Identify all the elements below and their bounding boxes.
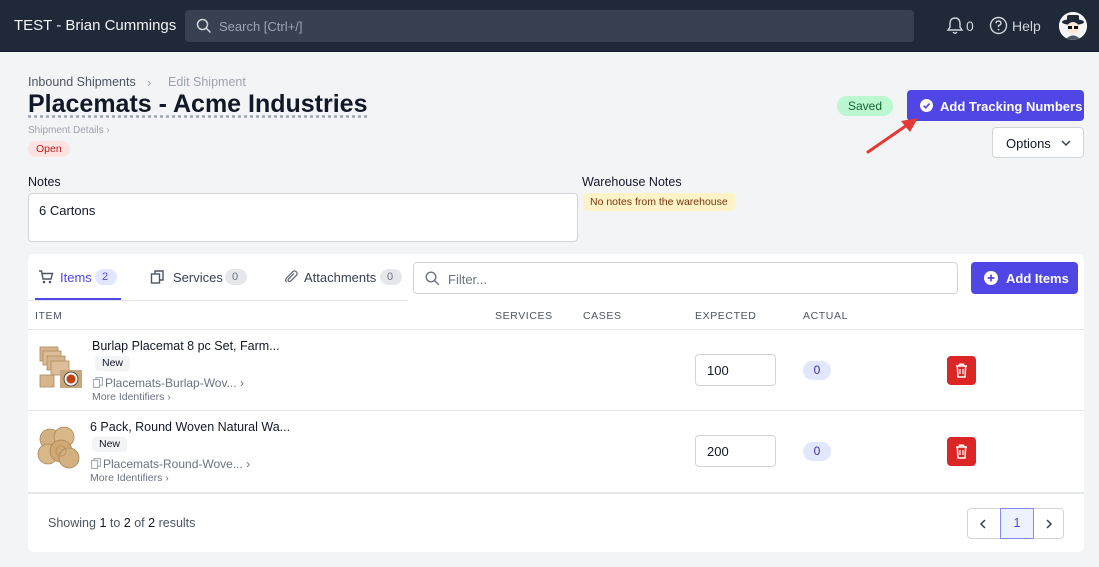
delete-item-button[interactable] [947,437,976,466]
pagination-to: 2 [123,516,131,530]
pagination-prefix: Showing [48,516,96,530]
pagination-from: 1 [99,516,107,530]
paperclip-icon [285,270,298,283]
item-name[interactable]: Burlap Placemat 8 pc Set, Farm... [92,339,280,353]
pagination-summary: Showing 1 to 2 of 2 results [48,516,195,530]
options-dropdown[interactable]: Options [992,127,1084,158]
search-icon [196,18,212,34]
tab-services[interactable]: Services 0 [150,268,260,286]
next-page-button[interactable] [1034,509,1064,538]
pagination: 1 [967,508,1064,539]
column-header-actual: ACTUAL [803,310,849,322]
more-identifiers-link[interactable]: More Identifiers › [92,391,171,403]
shipment-details-link[interactable]: Shipment Details › [28,125,110,136]
actual-quantity-badge: 0 [803,361,831,380]
tab-services-count: 0 [225,269,247,285]
filter-input[interactable]: Filter... [413,262,958,294]
column-header-expected: EXPECTED [695,310,757,322]
tab-items-count: 2 [95,269,117,285]
shipment-details-label: Shipment Details [28,125,104,136]
item-status-badge: New [95,356,131,371]
add-items-label: Add Items [1006,271,1069,286]
chevron-left-icon [979,519,986,529]
trash-icon [956,444,967,459]
chevron-right-icon: › [106,125,110,136]
more-identifiers-label: More Identifiers [90,472,163,484]
annotation-arrow-icon [866,118,918,154]
notes-textarea[interactable]: 6 Cartons [28,193,578,242]
bell-icon[interactable] [946,16,964,35]
status-badge: Open [28,141,70,157]
breadcrumb-edit-shipment: Edit Shipment [168,75,246,89]
items-card [28,254,1084,552]
avatar-icon [1059,12,1087,40]
user-avatar[interactable] [1059,12,1087,40]
cart-icon [39,270,54,284]
product-thumbnail[interactable] [38,345,84,391]
tab-items-label: Items [60,270,92,285]
item-status-badge: New [92,437,128,452]
plus-circle-icon [984,271,998,285]
product-thumbnail[interactable] [36,425,82,471]
page-title[interactable]: Placemats - Acme Industries [28,90,368,119]
tab-attachments-label: Attachments [304,270,377,285]
pagination-total: 2 [148,516,156,530]
tab-items[interactable]: Items 2 [38,268,122,286]
tab-attachments-count: 0 [380,269,402,285]
add-items-button[interactable]: Add Items [971,262,1078,294]
account-name[interactable]: TEST - Brian Cummings [14,17,176,34]
column-header-item: ITEM [35,310,63,322]
add-tracking-numbers-label: Add Tracking Numbers [940,99,1083,114]
row-divider [28,410,1084,411]
more-identifiers-label: More Identifiers [92,391,165,403]
pagination-suffix: results [158,516,196,530]
item-sku: Placemats-Round-Wove... [103,457,243,471]
page-button-current[interactable]: 1 [1000,508,1034,539]
tabs-divider [28,300,408,301]
tab-services-label: Services [173,270,223,285]
pagination-to-word: to [109,516,121,530]
pagination-of-word: of [134,516,145,530]
breadcrumb-chevron-icon: › [147,75,152,90]
trash-icon [956,363,967,378]
expected-quantity-input[interactable]: 200 [695,435,776,467]
copy-icon [93,377,103,388]
previous-page-button[interactable] [968,509,1000,538]
options-label: Options [1006,136,1051,151]
table-header-divider [28,329,1084,330]
add-tracking-numbers-button[interactable]: Add Tracking Numbers [907,90,1084,121]
delete-item-button[interactable] [947,356,976,385]
notification-count[interactable]: 0 [966,18,974,34]
item-sku-link[interactable]: Placemats-Burlap-Wov... › [93,376,244,390]
top-bar: TEST - Brian Cummings Search [Ctrl+/] 0 … [0,0,1099,52]
services-icon [150,270,164,284]
help-link[interactable]: Help [1012,18,1041,34]
item-name[interactable]: 6 Pack, Round Woven Natural Wa... [90,420,290,434]
search-icon [425,271,440,286]
help-icon[interactable] [989,16,1008,35]
table-footer-divider [28,492,1084,494]
column-header-services: SERVICES [495,310,553,322]
search-placeholder: Search [Ctrl+/] [219,19,303,34]
actual-quantity-badge: 0 [803,442,831,461]
more-identifiers-link[interactable]: More Identifiers › [90,472,169,484]
notes-label: Notes [28,175,61,189]
chevron-down-icon [1061,140,1071,147]
warehouse-notes-value: No notes from the warehouse [583,193,735,211]
copy-icon [91,458,101,469]
filter-placeholder: Filter... [448,272,488,287]
chevron-right-icon [1046,519,1053,529]
item-sku-link[interactable]: Placemats-Round-Wove... › [91,457,250,471]
expected-quantity-input[interactable]: 100 [695,354,776,386]
warehouse-notes-label: Warehouse Notes [582,175,682,189]
tab-attachments[interactable]: Attachments 0 [283,268,403,286]
column-header-cases: CASES [583,310,622,322]
breadcrumb-inbound-shipments[interactable]: Inbound Shipments [28,75,136,89]
item-sku: Placemats-Burlap-Wov... [105,376,237,390]
global-search[interactable]: Search [Ctrl+/] [185,10,914,42]
